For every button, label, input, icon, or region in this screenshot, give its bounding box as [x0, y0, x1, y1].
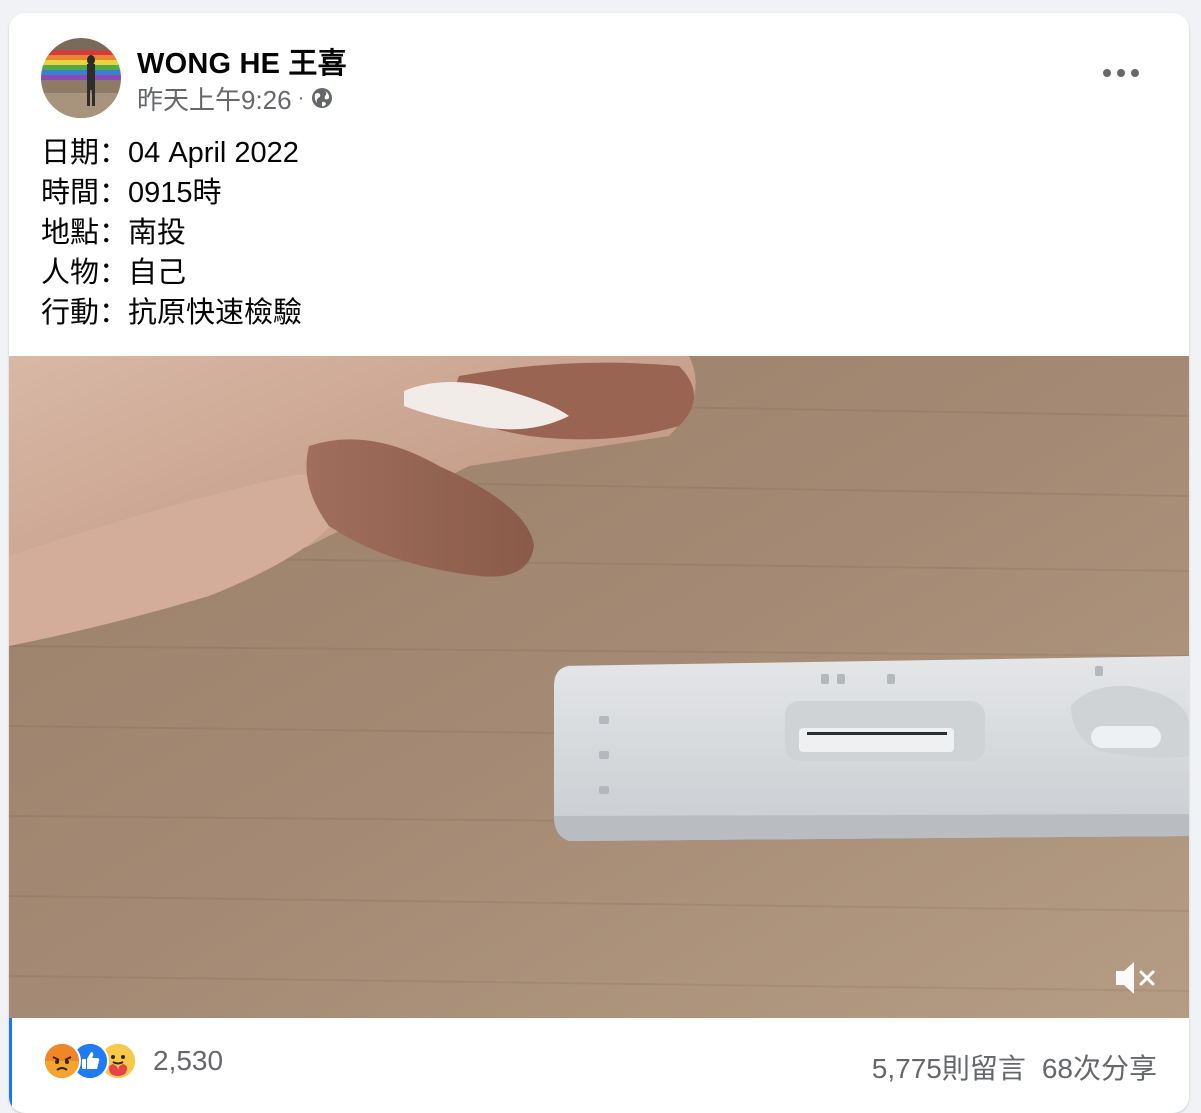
- post-line-location: 地點：南投: [41, 217, 187, 249]
- post-card: WONG HE 王喜 昨天上午9:26 · 日期：04 April 2022 時…: [9, 13, 1189, 1113]
- reactions-summary[interactable]: 2,530: [43, 1042, 223, 1080]
- comments-count-link[interactable]: 5,775則留言: [872, 1047, 1026, 1087]
- author-avatar[interactable]: [41, 38, 121, 118]
- reaction-count: 2,530: [153, 1045, 224, 1076]
- video-frame: [9, 356, 1189, 1018]
- post-line-date: 日期：04 April 2022: [41, 137, 299, 169]
- mute-toggle-button[interactable]: [1111, 956, 1159, 1000]
- globe-icon[interactable]: [310, 86, 334, 110]
- post-line-action: 行動：抗原快速檢驗: [41, 297, 303, 329]
- engagement-stats: 5,775則留言 68次分享: [872, 1047, 1157, 1087]
- post-timestamp[interactable]: 昨天上午9:26: [137, 80, 292, 117]
- more-options-button[interactable]: [1097, 53, 1145, 93]
- post-meta: 昨天上午9:26 ·: [137, 83, 334, 115]
- meta-separator: ·: [297, 86, 305, 109]
- more-horizontal-icon: [1103, 69, 1139, 77]
- shares-count-link[interactable]: 68次分享: [1042, 1047, 1157, 1087]
- post-footer: 2,530 5,775則留言 68次分享: [9, 1018, 1189, 1113]
- speaker-muted-icon: [1116, 962, 1155, 994]
- angry-reaction-icon: [43, 1042, 81, 1080]
- post-video[interactable]: [9, 356, 1189, 1018]
- post-line-person: 人物：自己: [41, 257, 187, 289]
- post-body: 日期：04 April 2022 時間：0915時 地點：南投 人物：自己 行動…: [41, 133, 302, 333]
- post-line-time: 時間：0915時: [41, 177, 222, 209]
- author-name[interactable]: WONG HE 王喜: [137, 40, 347, 82]
